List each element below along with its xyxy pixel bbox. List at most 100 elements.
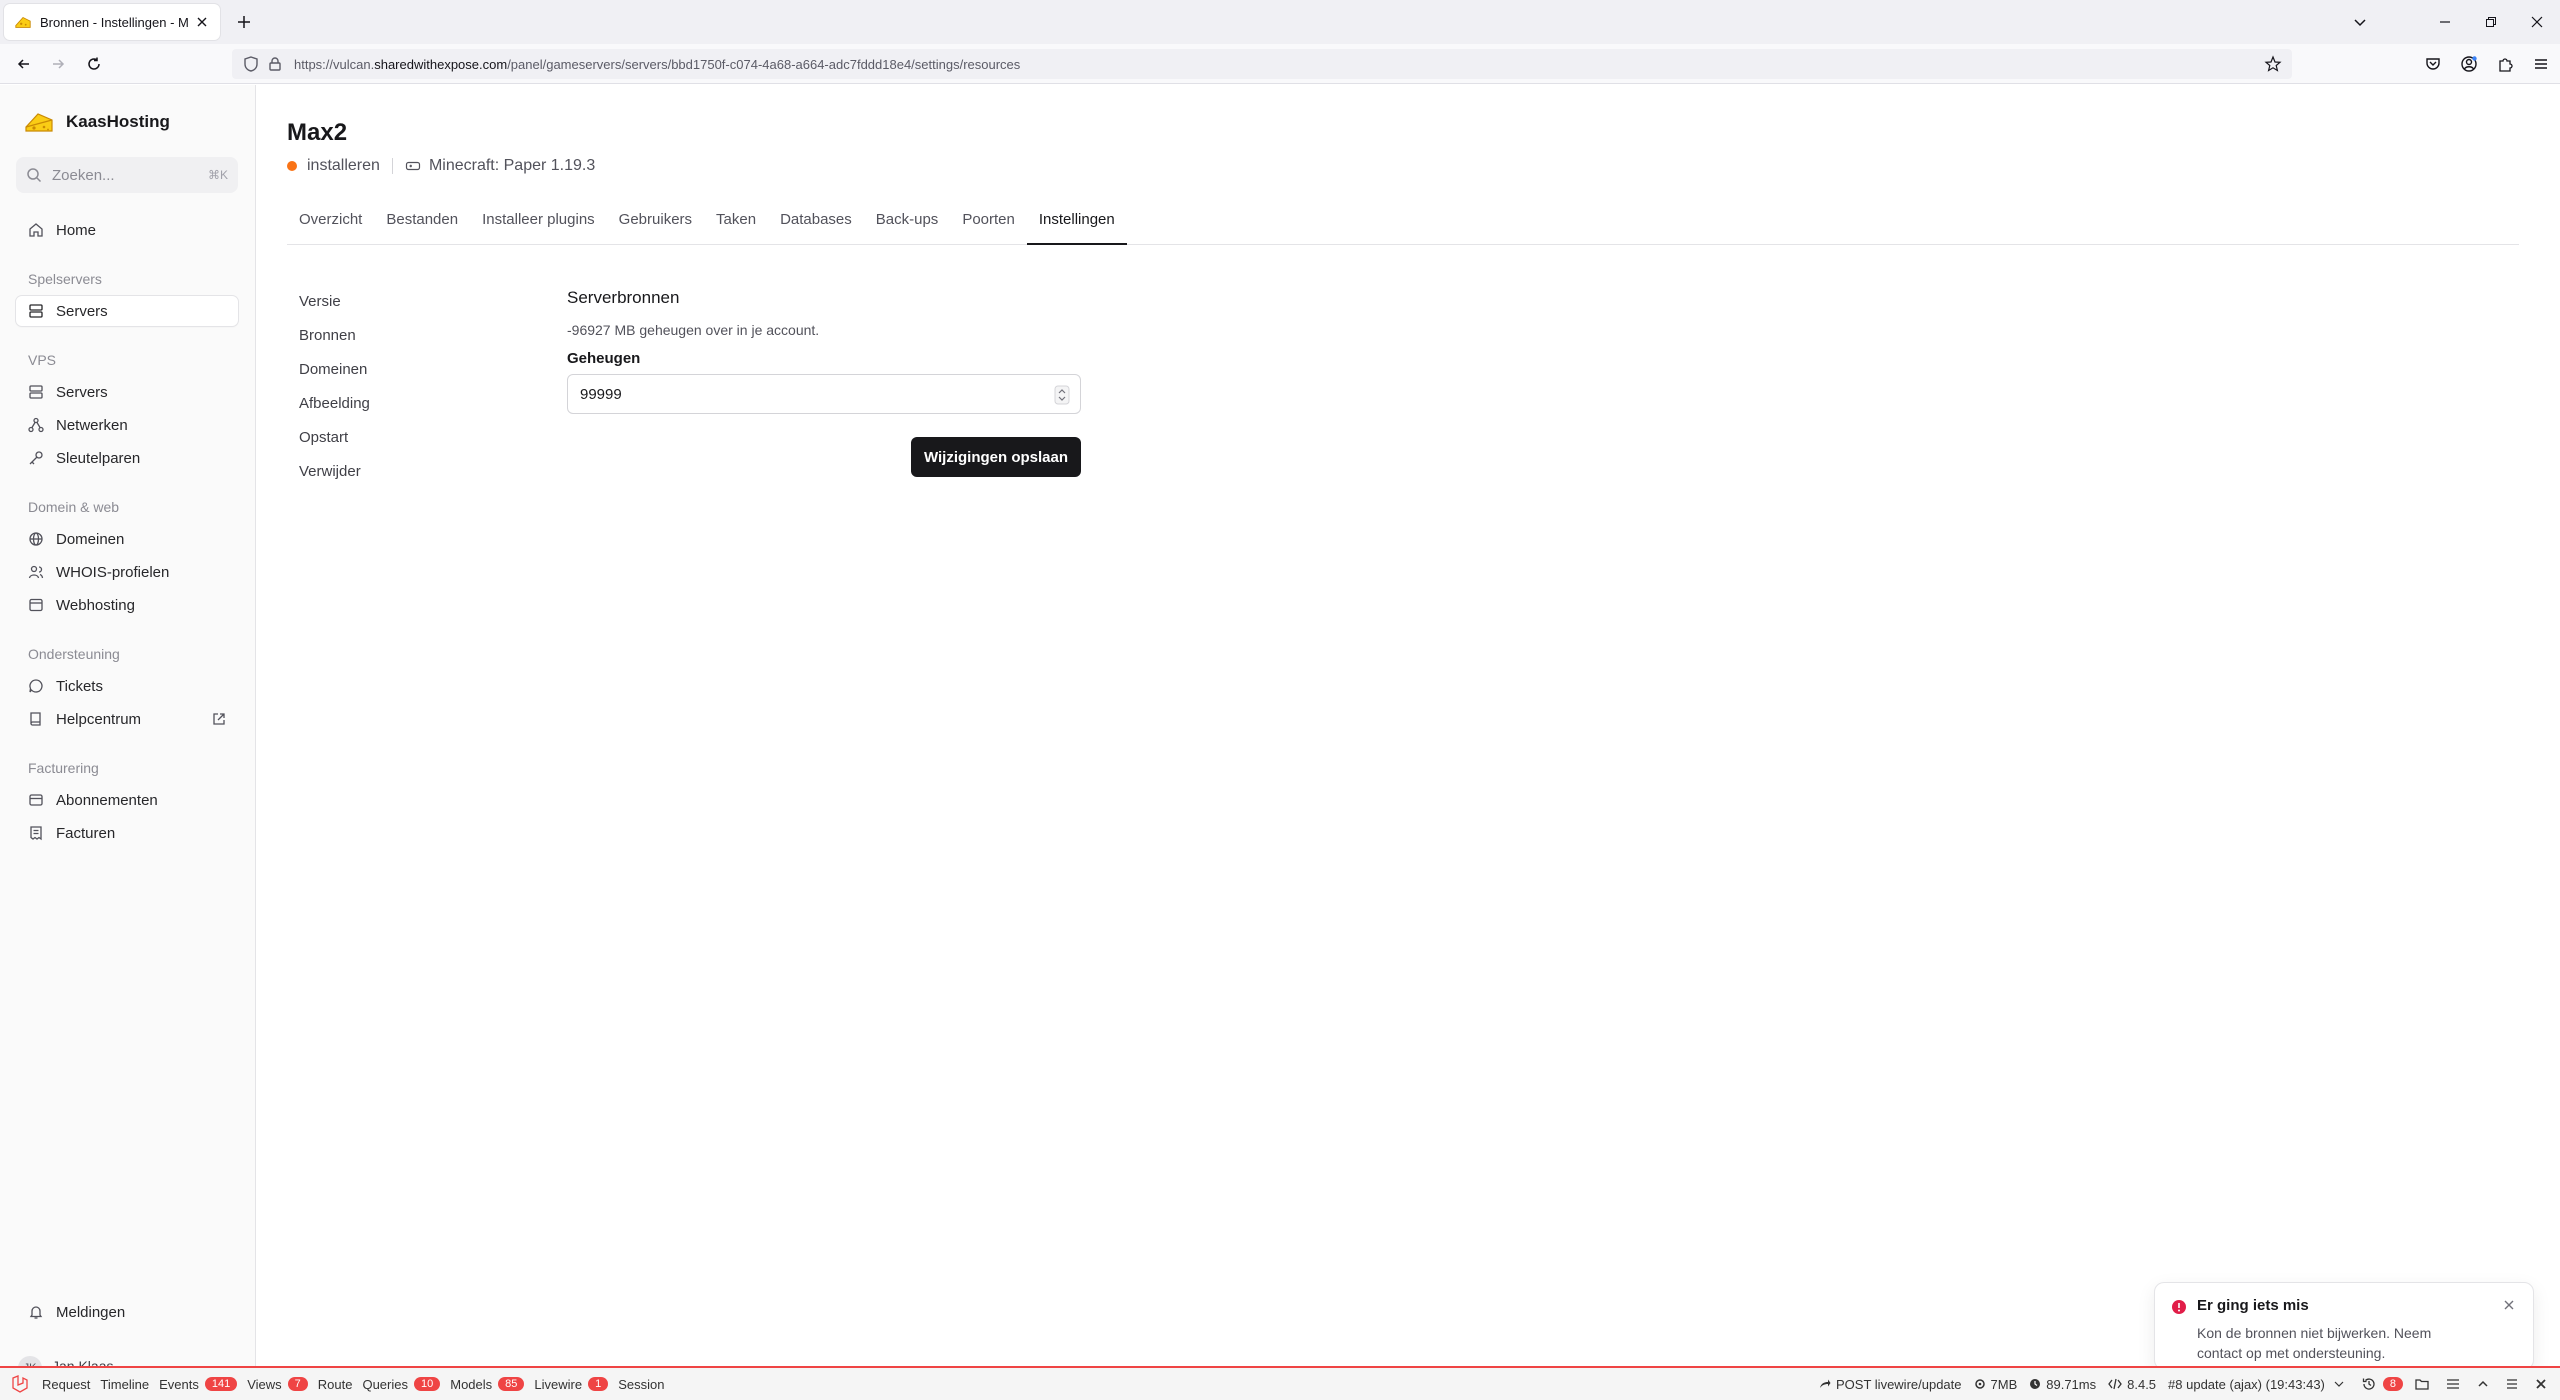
tab-install-plugins[interactable]: Installeer plugins: [470, 209, 607, 245]
debug-tab-livewire[interactable]: Livewire 1: [534, 1377, 609, 1392]
sidebar-item-invoices[interactable]: Facturen: [16, 818, 238, 848]
menu-button[interactable]: [2528, 51, 2554, 77]
debug-php-version: 8.4.5: [2108, 1377, 2156, 1392]
sidebar-item-networks[interactable]: Netwerken: [16, 410, 238, 440]
sidebar-item-webhosting[interactable]: Webhosting: [16, 590, 238, 620]
sidebar-item-tickets[interactable]: Tickets: [16, 671, 238, 701]
reload-button[interactable]: [84, 54, 104, 74]
debug-tab-views[interactable]: Views 7: [247, 1377, 308, 1392]
close-icon[interactable]: [2501, 1297, 2517, 1313]
brand[interactable]: KaasHosting: [24, 109, 170, 135]
tab-users[interactable]: Gebruikers: [607, 209, 704, 245]
settings-nav-resources[interactable]: Bronnen: [299, 327, 356, 344]
memory-label: Geheugen: [567, 350, 641, 367]
extensions-button[interactable]: [2492, 51, 2518, 77]
debug-request-text: #8 update (ajax) (19:43:43): [2168, 1376, 2325, 1392]
external-link-icon: [213, 713, 225, 725]
debug-route-info[interactable]: POST livewire/update: [1819, 1377, 1962, 1392]
toast-message: Kon de bronnen niet bijwerken. Neem cont…: [2197, 1325, 2432, 1361]
debug-tab-label: Models: [450, 1376, 493, 1392]
debug-maximize[interactable]: [2477, 1378, 2494, 1390]
new-tab-icon[interactable]: [234, 12, 254, 32]
debug-php-text: 8.4.5: [2127, 1376, 2157, 1392]
search-placeholder: Zoeken...: [52, 166, 115, 184]
debug-history[interactable]: 8: [2362, 1377, 2403, 1391]
debug-tab-label: Request: [42, 1376, 91, 1392]
tab-backups[interactable]: Back-ups: [864, 209, 951, 245]
save-button[interactable]: Wijzigingen opslaan: [911, 437, 1081, 477]
resources-description: -96927 MB geheugen over in je account.: [567, 322, 820, 338]
arrow-left-icon: [17, 59, 29, 69]
server-icon: [29, 385, 43, 399]
sliders-icon: [2447, 1379, 2459, 1389]
minimize-button[interactable]: [2422, 0, 2468, 44]
shield-icon[interactable]: [242, 55, 260, 73]
sidebar-item-subscriptions[interactable]: Abonnementen: [16, 785, 238, 815]
restore-icon: [2486, 17, 2496, 27]
pocket-button[interactable]: [2420, 51, 2446, 77]
receipt-icon: [30, 826, 42, 841]
settings-nav-version[interactable]: Versie: [299, 293, 341, 310]
tab-overview[interactable]: Overzicht: [287, 209, 374, 245]
sidebar-item-whois[interactable]: WHOIS-profielen: [16, 557, 238, 587]
address-bar[interactable]: https://vulcan.sharedwithexpose.com/pane…: [232, 49, 2292, 79]
browser-tab-active[interactable]: Bronnen - Instellingen - Max2 -: [4, 4, 220, 40]
memory-input[interactable]: [580, 385, 1040, 403]
laravel-logo-icon[interactable]: [10, 1374, 30, 1394]
debug-settings[interactable]: [2446, 1378, 2465, 1390]
number-stepper-icon[interactable]: [1054, 385, 1070, 405]
forward-button[interactable]: [48, 54, 68, 74]
server-game: Minecraft: Paper 1.19.3: [428, 157, 596, 174]
key-icon: [29, 451, 43, 465]
account-button[interactable]: [2456, 51, 2482, 77]
error-toast: Er ging iets mis Kon de bronnen niet bij…: [2154, 1282, 2534, 1370]
debug-tab-timeline[interactable]: Timeline: [100, 1377, 149, 1392]
settings-nav-delete[interactable]: Verwijder: [299, 463, 361, 480]
tab-settings[interactable]: Instellingen: [1026, 209, 1127, 245]
globe-icon: [29, 532, 43, 546]
sidebar-item-domains[interactable]: Domeinen: [16, 524, 238, 554]
debug-tab-route[interactable]: Route: [318, 1377, 353, 1392]
sidebar-group-billing: Facturering: [28, 760, 99, 776]
back-button[interactable]: [14, 54, 34, 74]
debug-open-folder[interactable]: [2415, 1378, 2434, 1390]
sidebar-item-home[interactable]: Home: [16, 215, 238, 245]
chevron-down-icon[interactable]: [2350, 12, 2370, 32]
debug-restore[interactable]: [2506, 1378, 2523, 1390]
debug-close[interactable]: [2535, 1378, 2552, 1390]
debug-tab-request[interactable]: Request: [42, 1377, 90, 1392]
restore-icon: [2507, 1379, 2517, 1389]
users-icon: [28, 565, 44, 579]
debug-tab-session[interactable]: Session: [618, 1377, 664, 1392]
hamburger-menu-icon: [2535, 59, 2547, 69]
sidebar-item-game-servers[interactable]: Servers: [16, 296, 238, 326]
server-icon: [29, 304, 43, 318]
memory-field[interactable]: [567, 374, 1081, 414]
lock-icon[interactable]: [266, 55, 284, 73]
close-tab-icon[interactable]: [194, 14, 210, 30]
tab-ports[interactable]: Poorten: [950, 209, 1027, 245]
close-window-button[interactable]: [2514, 0, 2560, 44]
sidebar-item-keypairs[interactable]: Sleutelparen: [16, 443, 238, 473]
settings-nav-domains[interactable]: Domeinen: [299, 361, 367, 378]
debug-request-select[interactable]: #8 update (ajax) (19:43:43): [2168, 1377, 2350, 1392]
tab-tasks[interactable]: Taken: [704, 209, 768, 245]
tab-files[interactable]: Bestanden: [374, 209, 470, 245]
search-input[interactable]: Zoeken... ⌘K: [16, 157, 238, 193]
debug-tab-queries[interactable]: Queries 10: [362, 1377, 441, 1392]
sidebar-item-vps-servers[interactable]: Servers: [16, 377, 238, 407]
sidebar-item-helpcenter[interactable]: Helpcentrum: [16, 704, 238, 734]
count-badge: 1: [588, 1377, 609, 1391]
bookmark-star-icon[interactable]: [2264, 55, 2282, 73]
restore-button[interactable]: [2468, 0, 2514, 44]
settings-nav-image[interactable]: Afbeelding: [299, 395, 370, 412]
server-tabs: Overzicht Bestanden Installeer plugins G…: [287, 209, 2519, 245]
sidebar-item-notifications[interactable]: Meldingen: [16, 1297, 238, 1327]
settings-nav-startup[interactable]: Opstart: [299, 429, 348, 446]
debug-tab-models[interactable]: Models 85: [450, 1376, 525, 1392]
sidebar-item-label: Helpcentrum: [56, 710, 142, 728]
sidebar-item-label: Servers: [56, 383, 108, 401]
debug-tab-events[interactable]: Events 141: [159, 1377, 238, 1392]
tab-databases[interactable]: Databases: [768, 209, 864, 245]
sidebar-item-label: Home: [56, 221, 97, 239]
